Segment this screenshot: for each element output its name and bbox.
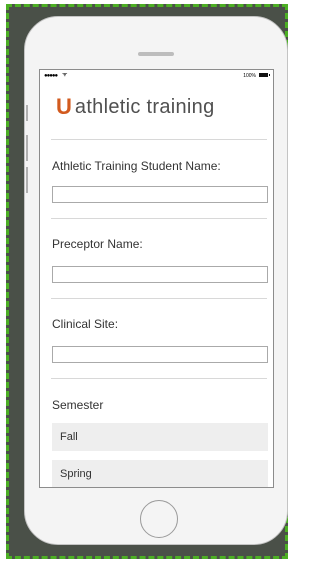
battery-percent: 100% [243, 73, 256, 79]
semester-option-spring[interactable]: Spring [52, 460, 268, 487]
preceptor-name-label: Preceptor Name: [52, 237, 143, 251]
mute-switch [26, 105, 28, 121]
divider [51, 139, 267, 140]
logo-mark: U [56, 94, 72, 119]
volume-up-button [26, 135, 28, 161]
signal-icon: ●●●●● [44, 73, 58, 79]
preceptor-name-input[interactable] [52, 266, 268, 283]
home-button[interactable] [140, 500, 178, 538]
student-name-input[interactable] [52, 186, 268, 203]
app-screen: ●●●●● ᯤ 100% U athletic training Athleti… [39, 69, 274, 488]
divider [51, 298, 267, 299]
wifi-icon: ᯤ [62, 72, 68, 78]
clinical-site-input[interactable] [52, 346, 268, 363]
battery-icon [259, 73, 270, 77]
status-bar: ●●●●● ᯤ 100% [40, 70, 273, 82]
app-logo: U athletic training [56, 94, 266, 120]
divider [51, 378, 267, 379]
student-name-label: Athletic Training Student Name: [52, 159, 221, 173]
semester-label: Semester [52, 398, 104, 412]
speaker-grille [138, 52, 174, 56]
semester-option-fall[interactable]: Fall [52, 423, 268, 451]
clinical-site-label: Clinical Site: [52, 317, 119, 331]
volume-down-button [26, 167, 28, 193]
logo-text: athletic training [74, 96, 215, 118]
divider [51, 218, 267, 219]
